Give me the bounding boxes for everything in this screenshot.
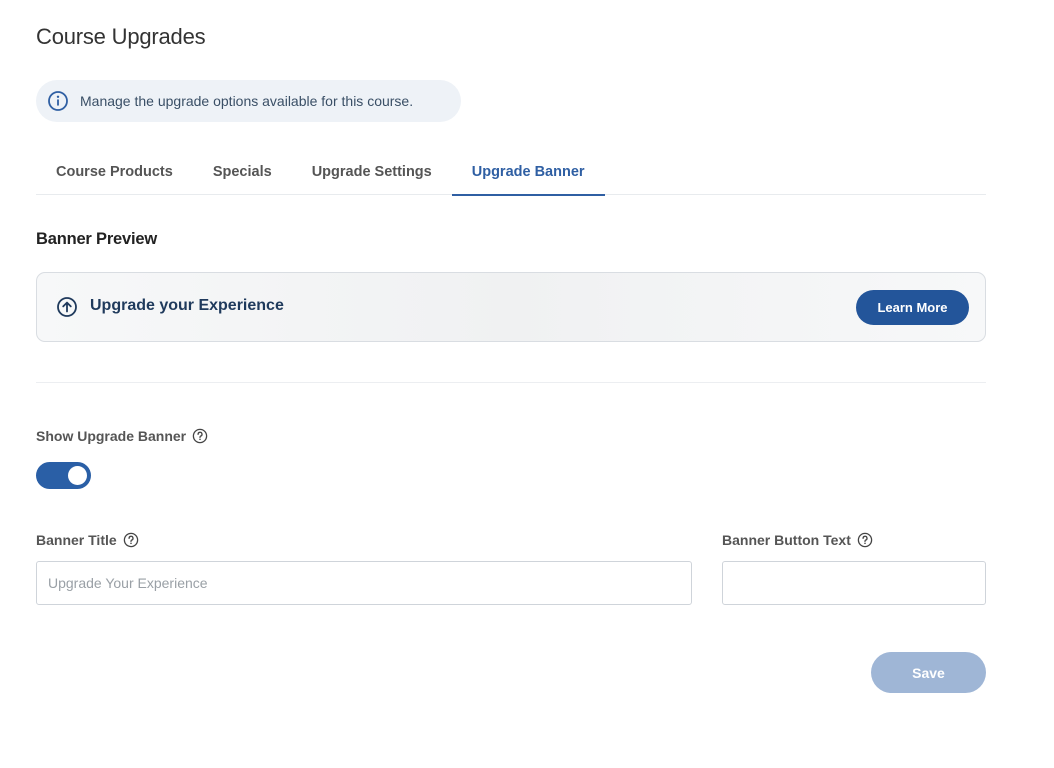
info-text: Manage the upgrade options available for…: [80, 93, 414, 109]
tab-specials[interactable]: Specials: [193, 150, 292, 195]
tab-bar: Course Products Specials Upgrade Setting…: [36, 150, 986, 196]
banner-preview: Upgrade your Experience Learn More: [36, 272, 986, 342]
page: Course Upgrades Manage the upgrade optio…: [0, 0, 1054, 768]
info-callout: Manage the upgrade options available for…: [36, 80, 461, 122]
banner-preview-heading: Banner Preview: [36, 230, 158, 248]
info-icon: [47, 90, 69, 112]
show-banner-toggle[interactable]: [36, 462, 91, 489]
save-button[interactable]: Save: [871, 652, 986, 693]
show-banner-label-text: Show Upgrade Banner: [36, 428, 187, 444]
learn-more-button[interactable]: Learn More: [856, 290, 969, 325]
tab-upgrade-settings[interactable]: Upgrade Settings: [292, 150, 452, 195]
show-banner-label: Show Upgrade Banner: [36, 428, 208, 444]
arrow-up-circle-icon: [56, 296, 78, 318]
banner-button-text-label: Banner Button Text: [722, 532, 873, 548]
banner-button-text-input[interactable]: [722, 561, 986, 605]
tab-upgrade-banner[interactable]: Upgrade Banner: [451, 150, 605, 196]
question-circle-icon[interactable]: [123, 532, 139, 548]
banner-preview-title: Upgrade your Experience: [90, 297, 284, 314]
tab-course-products[interactable]: Course Products: [36, 150, 193, 195]
banner-title-label-text: Banner Title: [36, 532, 117, 548]
question-circle-icon[interactable]: [857, 532, 873, 548]
banner-button-text-label-text: Banner Button Text: [722, 532, 851, 548]
toggle-knob: [68, 466, 87, 485]
question-circle-icon[interactable]: [192, 428, 208, 444]
banner-title-label: Banner Title: [36, 532, 139, 548]
divider: [36, 382, 986, 383]
page-title: Course Upgrades: [36, 24, 206, 49]
banner-title-input[interactable]: [36, 561, 692, 605]
